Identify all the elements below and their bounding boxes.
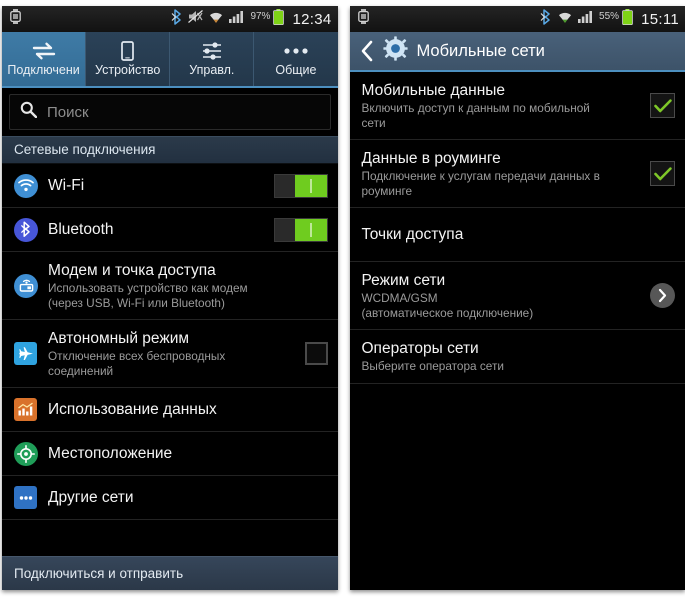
list-item-subtitle: WCDMA/GSM (автоматическое подключение) <box>361 291 534 320</box>
list-item-subtitle: Подключение к услугам передачи данных в … <box>361 169 600 198</box>
list-item-title: Bluetooth <box>48 221 114 238</box>
list-item-subtitle: Использовать устройство как модем (через… <box>48 281 248 310</box>
battery-percent-label: 97% <box>250 10 271 22</box>
right-status-bar: 55% 15:11 <box>349 6 685 32</box>
list-item-title: Wi-Fi <box>48 177 85 194</box>
search-placeholder-text: Поиск <box>47 103 89 121</box>
wifi-round-icon <box>14 173 48 198</box>
battery-icon <box>273 8 285 30</box>
list-item-subtitle: Отключение всех беспроводных соединений <box>48 349 226 378</box>
chevron-right-icon <box>650 283 675 308</box>
wifi-icon <box>557 10 573 29</box>
list-item-tethering[interactable]: Модем и точка доступа Использовать устро… <box>2 252 338 320</box>
bluetooth-round-icon <box>14 217 48 242</box>
data-usage-chart-icon <box>14 398 48 421</box>
watch-icon <box>357 9 369 29</box>
section-header-network-connections: Сетевые подключения <box>2 136 338 164</box>
sliders-icon <box>201 41 223 61</box>
list-item-other-networks[interactable]: Другие сети <box>2 476 338 520</box>
back-chevron-icon[interactable] <box>360 40 374 62</box>
watch-icon <box>10 9 21 29</box>
search-icon <box>20 101 38 123</box>
more-dots-icon <box>282 41 310 61</box>
bluetooth-icon <box>540 8 552 30</box>
search-container: Поиск <box>2 88 338 136</box>
mobile-networks-list: Мобильные данные Включить доступ к данны… <box>349 72 685 590</box>
list-item-access-points[interactable]: Точки доступа <box>349 208 685 262</box>
list-item-title: Использование данных <box>48 401 217 418</box>
list-item-title: Операторы сети <box>361 340 479 358</box>
battery-icon <box>622 8 633 30</box>
app-header: Мобильные сети <box>349 32 685 72</box>
page-title: Мобильные сети <box>416 41 545 60</box>
dual-screenshot-container: 97% 12:34 Подключени Устройство Управл. … <box>0 0 685 600</box>
bottom-bar-connect-and-share[interactable]: Подключиться и отправить <box>2 556 338 590</box>
list-item-title: Модем и точка доступа <box>48 262 216 279</box>
status-right-icons: 97% 12:34 <box>171 8 332 30</box>
settings-tab-bar[interactable]: Подключени Устройство Управл. Общие <box>2 32 338 88</box>
status-clock: 15:11 <box>641 10 679 28</box>
bottom-bar-label: Подключиться и отправить <box>14 566 184 581</box>
network-mode-chevron-button[interactable] <box>617 283 675 308</box>
checkmark-icon <box>653 98 672 112</box>
list-item-title: Режим сети <box>361 272 446 289</box>
connections-list: Wi-Fi Bluetooth Модем и точка доступа Ис… <box>2 164 338 520</box>
left-status-bar: 97% 12:34 <box>2 6 338 32</box>
connections-arrows-icon <box>32 41 56 61</box>
status-left-icons <box>10 9 21 29</box>
airplane-mode-checkbox[interactable] <box>270 342 328 365</box>
battery-percent-label: 55% <box>599 10 620 22</box>
wifi-icon <box>208 10 224 29</box>
list-item-location[interactable]: Местоположение <box>2 432 338 476</box>
list-item-wifi[interactable]: Wi-Fi <box>2 164 338 208</box>
left-phone-screen: 97% 12:34 Подключени Устройство Управл. … <box>2 6 338 590</box>
list-item-title: Данные в роуминге <box>361 150 501 167</box>
list-item-data-roaming[interactable]: Данные в роуминге Подключение к услугам … <box>349 140 685 208</box>
list-item-subtitle: Выберите оператора сети <box>361 359 504 374</box>
tab-device[interactable]: Устройство <box>86 32 171 86</box>
tab-controls-label: Управл. <box>189 63 235 77</box>
tab-general-label: Общие <box>275 63 317 77</box>
search-input[interactable]: Поиск <box>9 94 331 130</box>
tab-controls[interactable]: Управл. <box>170 32 255 86</box>
list-item-data-usage[interactable]: Использование данных <box>2 388 338 432</box>
data-roaming-checkbox[interactable] <box>617 161 675 186</box>
phone-device-icon <box>120 41 135 61</box>
list-item-title: Автономный режим <box>48 330 190 347</box>
list-item-mobile-data[interactable]: Мобильные данные Включить доступ к данны… <box>349 72 685 140</box>
list-item-subtitle: Включить доступ к данным по мобильной се… <box>361 101 590 130</box>
status-left-icons <box>357 9 369 29</box>
sound-mute-icon <box>188 9 204 29</box>
list-item-airplane-mode[interactable]: Автономный режим Отключение всех беспров… <box>2 320 338 388</box>
more-networks-icon <box>14 486 48 509</box>
cellular-signal-icon <box>229 10 245 28</box>
modem-hotspot-icon <box>14 273 48 298</box>
list-item-title: Местоположение <box>48 445 173 462</box>
status-right-icons: 55% 15:11 <box>540 8 679 30</box>
tab-general[interactable]: Общие <box>254 32 337 86</box>
settings-gear-icon <box>382 36 408 66</box>
mobile-data-checkbox[interactable] <box>617 93 675 118</box>
list-item-title: Точки доступа <box>361 226 464 243</box>
right-phone-screen: 55% 15:11 Мобильные сети Мобильные данны… <box>349 6 685 590</box>
checkmark-icon <box>653 166 672 180</box>
cellular-signal-icon <box>578 10 594 28</box>
airplane-icon <box>14 342 48 365</box>
bluetooth-toggle[interactable] <box>270 217 328 242</box>
status-clock: 12:34 <box>292 10 332 28</box>
list-item-title: Мобильные данные <box>361 82 506 99</box>
list-item-title: Другие сети <box>48 489 134 506</box>
location-target-icon <box>14 441 48 466</box>
list-item-network-operators[interactable]: Операторы сети Выберите оператора сети <box>349 330 685 384</box>
wifi-toggle[interactable] <box>270 173 328 198</box>
tab-device-label: Устройство <box>94 63 161 77</box>
list-item-network-mode[interactable]: Режим сети WCDMA/GSM (автоматическое под… <box>349 262 685 330</box>
list-item-bluetooth[interactable]: Bluetooth <box>2 208 338 252</box>
tab-connections-label: Подключени <box>7 63 80 77</box>
tab-connections[interactable]: Подключени <box>2 32 87 86</box>
bluetooth-icon <box>171 8 183 30</box>
